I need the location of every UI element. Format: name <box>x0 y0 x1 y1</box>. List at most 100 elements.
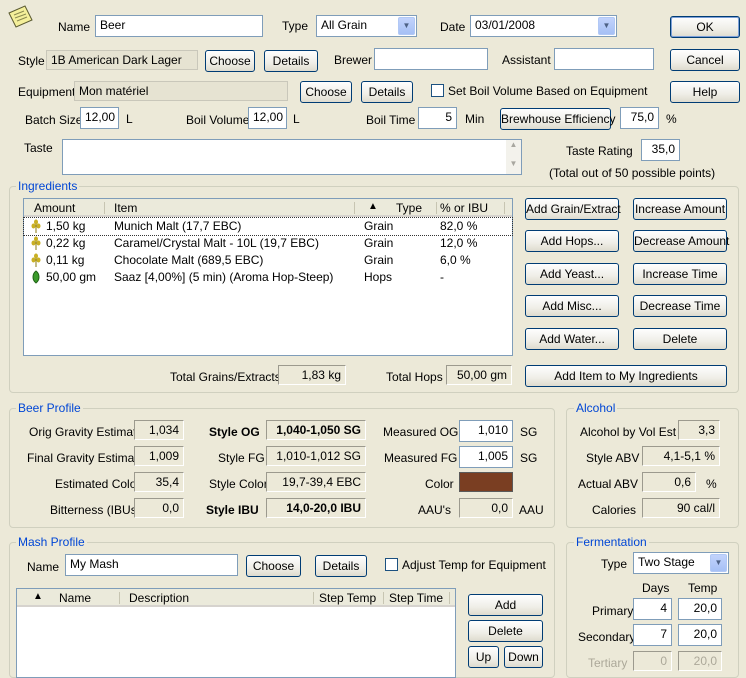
column-step-name[interactable]: Name <box>59 591 91 605</box>
mash-choose-button[interactable]: Choose <box>246 555 301 577</box>
ingredient-row[interactable]: 1,50 kg Munich Malt (17,7 EBC) Grain 82,0 % <box>23 217 513 236</box>
boil-volume-label: Boil Volume <box>186 113 250 127</box>
boil-time-input[interactable]: 5 <box>418 107 457 129</box>
mash-details-button[interactable]: Details <box>315 555 367 577</box>
temp-header: Temp <box>688 581 718 595</box>
grain-icon <box>30 219 42 236</box>
measured-og-input[interactable]: 1,010 <box>459 420 513 442</box>
column-step-time[interactable]: Step Time <box>389 591 443 605</box>
fermentation-type-select[interactable]: Two Stage ▼ <box>633 552 729 574</box>
actual-abv-value: 0,6 <box>642 472 696 492</box>
add-misc-button[interactable]: Add Misc... <box>525 295 619 317</box>
sort-ascending-icon[interactable]: ▲ <box>368 201 378 212</box>
increase-amount-button[interactable]: Increase Amount <box>633 198 727 220</box>
boil-volume-unit: L <box>293 112 300 126</box>
taste-scrollbar[interactable]: ▲ ▼ <box>506 140 521 174</box>
actual-abv-unit: % <box>706 477 717 491</box>
scroll-up-icon[interactable]: ▲ <box>506 140 521 155</box>
fermentation-type-label: Type <box>601 557 628 571</box>
equipment-choose-button[interactable]: Choose <box>300 81 352 103</box>
mash-add-button[interactable]: Add <box>468 594 543 616</box>
batch-size-input[interactable]: 12,00 <box>80 107 119 129</box>
chevron-down-icon[interactable]: ▼ <box>710 554 727 572</box>
fg-estimate-value: 1,009 <box>134 446 184 466</box>
decrease-time-button[interactable]: Decrease Time <box>633 295 727 317</box>
brewhouse-efficiency-button[interactable]: Brewhouse Efficiency <box>500 108 616 130</box>
brewer-input[interactable] <box>374 48 488 70</box>
ingredient-row[interactable]: 0,22 kg Caramel/Crystal Malt - 10L (19,7 … <box>24 235 512 252</box>
style-abv-label: Style ABV <box>586 451 640 465</box>
column-description[interactable]: Description <box>129 591 189 605</box>
ingredient-pct: 82,0 % <box>440 219 478 233</box>
add-water-button[interactable]: Add Water... <box>525 328 619 350</box>
chevron-down-icon[interactable]: ▼ <box>398 17 415 35</box>
help-button[interactable]: Help <box>670 81 740 103</box>
ingredient-type: Grain <box>364 236 394 250</box>
measured-fg-unit: SG <box>520 451 538 465</box>
measured-og-label: Measured OG <box>383 425 459 439</box>
increase-time-button[interactable]: Increase Time <box>633 263 727 285</box>
equipment-label: Equipment <box>18 85 76 99</box>
chevron-down-icon[interactable]: ▼ <box>598 17 615 35</box>
date-label: Date <box>440 20 466 34</box>
ingredient-row[interactable]: 0,11 kg Chocolate Malt (689,5 EBC) Grain 6,… <box>24 252 512 269</box>
decrease-amount-button[interactable]: Decrease Amount <box>633 230 729 252</box>
date-picker[interactable]: 03/01/2008 ▼ <box>470 15 617 37</box>
cancel-button[interactable]: Cancel <box>670 49 740 71</box>
secondary-days-input[interactable]: 7 <box>633 624 672 646</box>
style-choose-button[interactable]: Choose <box>205 50 255 72</box>
abv-estimate-label: Alcohol by Vol Est <box>580 425 677 439</box>
ingredient-type: Grain <box>364 253 394 267</box>
column-pct-ibu[interactable]: % or IBU <box>440 201 488 215</box>
ingredients-list[interactable]: Amount Item ▲ Type % or IBU 1,50 kg Munic… <box>23 198 513 356</box>
og-estimate-label: Orig Gravity Estimate <box>29 425 144 439</box>
style-details-button[interactable]: Details <box>264 50 318 72</box>
style-fg-label: Style FG <box>218 451 265 465</box>
column-amount[interactable]: Amount <box>34 201 75 215</box>
ingredient-type: Grain <box>364 219 394 233</box>
primary-days-input[interactable]: 4 <box>633 598 672 620</box>
primary-temp-input[interactable]: 20,0 <box>678 598 722 620</box>
taste-textarea[interactable] <box>62 139 522 175</box>
mash-delete-button[interactable]: Delete <box>468 620 543 642</box>
measured-fg-input[interactable]: 1,005 <box>459 446 513 468</box>
column-step-temp[interactable]: Step Temp <box>319 591 376 605</box>
mash-steps-list[interactable]: ▲ Name Description Step Temp Step Time <box>16 588 456 678</box>
scroll-down-icon[interactable]: ▼ <box>506 159 521 174</box>
equipment-details-button[interactable]: Details <box>361 81 413 103</box>
column-type[interactable]: Type <box>396 201 422 215</box>
column-item[interactable]: Item <box>114 201 137 215</box>
boil-volume-input[interactable]: 12,00 <box>248 107 287 129</box>
total-hops-value: 50,00 gm <box>446 365 512 385</box>
type-select[interactable]: All Grain ▼ <box>316 15 417 37</box>
ok-button[interactable]: OK <box>670 16 740 38</box>
measured-fg-label: Measured FG <box>384 451 458 465</box>
add-grain-button[interactable]: Add Grain/Extract <box>525 198 621 220</box>
add-yeast-button[interactable]: Add Yeast... <box>525 263 619 285</box>
adjust-temp-checkbox[interactable] <box>385 558 398 571</box>
og-estimate-value: 1,034 <box>134 420 184 440</box>
add-hops-button[interactable]: Add Hops... <box>525 230 619 252</box>
taste-rating-input[interactable]: 35,0 <box>641 139 680 161</box>
add-to-my-ingredients-button[interactable]: Add Item to My Ingredients <box>525 365 727 387</box>
equipment-value: Mon matériel <box>74 81 288 101</box>
delete-ingredient-button[interactable]: Delete <box>633 328 727 350</box>
assistant-input[interactable] <box>554 48 654 70</box>
mash-down-button[interactable]: Down <box>504 646 543 668</box>
ingredient-row[interactable]: 50,00 gm Saaz [4,00%] (5 min) (Aroma Hop-… <box>24 269 512 286</box>
recipe-note-icon <box>6 4 34 30</box>
name-input[interactable]: Beer <box>95 15 263 37</box>
mash-steps-header: ▲ Name Description Step Temp Step Time <box>17 589 455 607</box>
style-og-label: Style OG <box>209 425 260 439</box>
aau-label: AAU's <box>418 503 451 517</box>
sort-ascending-icon[interactable]: ▲ <box>33 591 43 602</box>
fermentation-type-value: Two Stage <box>638 555 695 569</box>
secondary-temp-input[interactable]: 20,0 <box>678 624 722 646</box>
total-hops-label: Total Hops <box>386 370 443 384</box>
mash-name-input[interactable]: My Mash <box>65 554 238 576</box>
mash-up-button[interactable]: Up <box>468 646 499 668</box>
tertiary-label: Tertiary <box>588 656 628 670</box>
efficiency-input[interactable]: 75,0 <box>620 107 659 129</box>
set-boil-volume-checkbox[interactable] <box>431 84 444 97</box>
assistant-label: Assistant <box>502 53 551 67</box>
